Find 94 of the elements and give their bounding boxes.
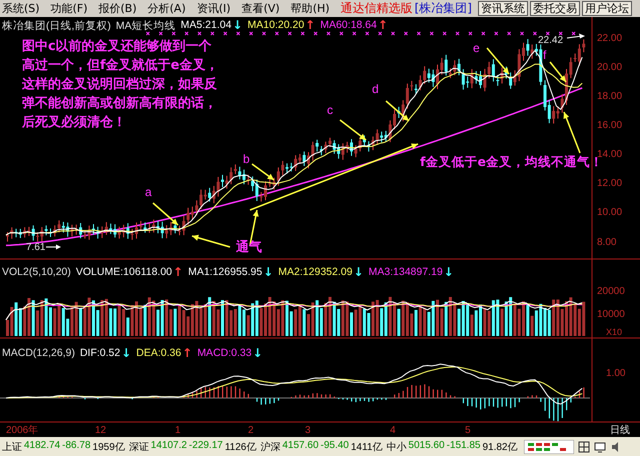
indicator-name: MA短长均线	[116, 19, 176, 33]
date-label: 5	[465, 425, 471, 436]
indicator-value: MA5:21.04	[180, 19, 232, 33]
arrow	[192, 234, 230, 248]
product-name: 通达信精选版	[340, 0, 413, 17]
menu-item[interactable]: 分析(A)	[148, 1, 186, 16]
indicator-value: MA1:126955.95	[188, 266, 262, 278]
arrow	[566, 34, 585, 38]
index-change: -229.17	[188, 440, 223, 452]
index-amount: 91.82亿	[482, 440, 518, 454]
index-change: -151.85	[446, 440, 480, 452]
arrow	[563, 112, 581, 154]
index-change: -95.40	[320, 440, 349, 452]
toolbar-button[interactable]: 资讯系统	[478, 1, 528, 16]
date-label: 1	[175, 425, 181, 436]
trend-arrow: ↓	[263, 266, 274, 278]
menu-item[interactable]: 系统(S)	[2, 1, 40, 16]
period-label: 日线	[610, 425, 630, 436]
trend-arrow: ↓	[121, 347, 132, 359]
arrow	[486, 48, 510, 74]
menu-item[interactable]: 报价(B)	[98, 1, 137, 16]
trend-arrow: ↓	[252, 347, 263, 359]
toolbar-button[interactable]: 用户论坛	[582, 1, 632, 16]
indicator-value: MA60:18.64	[320, 19, 377, 33]
axis-label: 10.00	[597, 207, 622, 218]
axis-label: 14.00	[597, 149, 622, 160]
point-label: f	[543, 48, 546, 62]
index-amount: 1126亿	[224, 440, 256, 454]
axis-label: 20000	[597, 286, 625, 297]
index-amount: 1959亿	[92, 440, 125, 454]
arrow	[46, 244, 61, 250]
pane-title: VOL2(5,10,20)	[2, 266, 71, 278]
axis-label: 12.00	[597, 178, 622, 189]
index-name: 深证	[128, 440, 149, 454]
monitor-icon[interactable]	[594, 440, 606, 452]
menu-item[interactable]: 资讯(I)	[196, 1, 231, 16]
callout-text: 通气	[236, 240, 262, 255]
indicator-value: MA10:20.20	[248, 19, 304, 33]
axis-label: 22.00	[597, 33, 622, 44]
menu-item[interactable]: 查看(V)	[242, 1, 280, 16]
pane-title: 株冶集团(日线,前复权)	[2, 19, 111, 33]
axis-label: 10000	[597, 309, 625, 320]
axis-label: 20.00	[597, 62, 622, 73]
date-label: 2	[248, 425, 254, 436]
trend-arrow: ↓	[353, 266, 364, 278]
menu-item[interactable]: 帮助(H)	[290, 1, 330, 16]
menu-item[interactable]: 功能(F)	[50, 1, 88, 16]
point-label: e	[473, 41, 480, 55]
market-indicator-icon	[524, 440, 574, 454]
trend-arrow: ↑	[378, 19, 388, 33]
date-label: 4	[390, 425, 396, 436]
point-label: a	[145, 185, 152, 199]
low-price-label: 7.61	[26, 242, 46, 253]
arrow	[340, 119, 366, 141]
pane-title: MACD(12,26,9)	[2, 347, 75, 359]
toolbar-button[interactable]: 委托交易	[530, 1, 580, 16]
point-label: c	[327, 103, 333, 117]
trend-arrow: ↑	[173, 266, 184, 278]
index-amount: 1411亿	[350, 440, 382, 454]
trend-arrow: ↓	[232, 19, 243, 33]
grid-icon[interactable]	[578, 440, 590, 452]
point-label: b	[243, 152, 250, 166]
point-label: d	[372, 82, 379, 96]
date-label: 12	[95, 425, 106, 436]
axis-label: 8.00	[597, 237, 616, 248]
index-value: 14107.2	[150, 440, 187, 452]
trend-arrow: ↑	[182, 347, 192, 359]
axis-label: 1.00	[606, 368, 626, 379]
arrow	[152, 202, 178, 226]
indicator-value: DIF:0.52	[80, 347, 120, 359]
indicator-value: DEA:0.36	[136, 347, 182, 359]
index-name: 中小	[386, 440, 406, 454]
axis-label: 18.00	[597, 91, 622, 102]
index-value: 5015.60	[408, 440, 445, 452]
index-name: 沪深	[260, 440, 280, 454]
annotation-text: 图中c以前的金叉还能够做到一个 高过一个，但f金叉就低于e金叉， 这样的金叉说明回档过深，如果反 弹不能创新高或创新高有限的话， 后死叉必须清仓！	[22, 39, 218, 130]
date-label: 2006年	[6, 425, 38, 436]
trend-arrow: ↓	[444, 266, 454, 278]
trend-arrow: ↑	[305, 19, 316, 33]
index-value: 4182.74	[24, 440, 60, 452]
arrow	[386, 100, 410, 122]
stock-name: [株冶集团]	[414, 0, 472, 17]
date-label: 3	[305, 425, 311, 436]
unit-label: X10	[606, 327, 622, 337]
indicator-value: VOLUME:106118.00	[76, 266, 172, 278]
indicator-value: MA3:134897.19	[368, 266, 443, 278]
index-name: 上证	[2, 440, 22, 454]
indicator-value: MACD:0.33	[197, 347, 252, 359]
high-price-label: 22.42	[538, 35, 564, 46]
indicator-value: MA2:129352.09	[278, 266, 352, 278]
index-change: -86.78	[62, 440, 91, 452]
arrow	[549, 62, 567, 82]
index-value: 4157.60	[282, 440, 319, 452]
axis-label: 16.00	[597, 120, 622, 131]
